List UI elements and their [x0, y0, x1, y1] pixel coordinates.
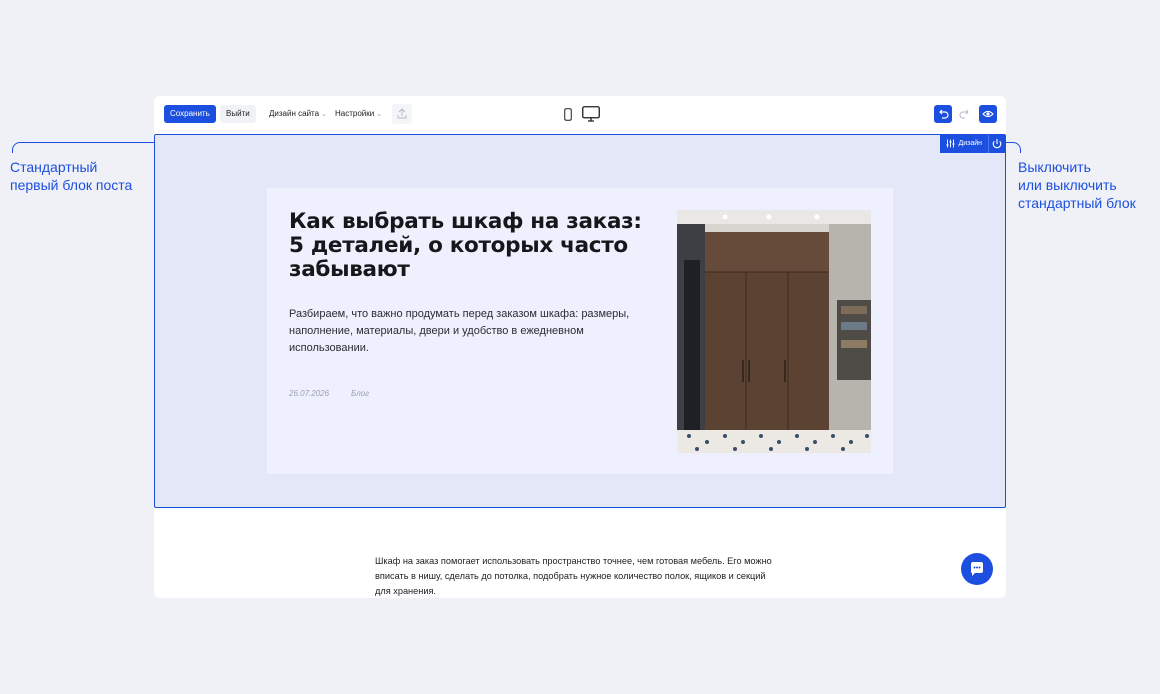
right-callout-line-2: или выключить — [1018, 177, 1117, 193]
undo-button[interactable] — [934, 105, 952, 123]
right-callout-line-3: стандартный блок — [1018, 195, 1136, 211]
export-button[interactable] — [392, 104, 412, 124]
right-callout-bracket — [1006, 142, 1021, 153]
export-icon — [397, 108, 407, 119]
post-title[interactable]: Как выбрать шкаф на заказ: 5 деталей, о … — [289, 210, 659, 282]
mobile-view-button[interactable] — [564, 108, 572, 126]
post-header-card: Как выбрать шкаф на заказ: 5 деталей, о … — [267, 188, 893, 474]
sliders-icon — [946, 139, 955, 148]
eye-icon — [982, 110, 994, 118]
settings-menu[interactable]: Настройки ⌄ — [335, 105, 382, 123]
right-callout: Выключить или выключить стандартный блок — [1018, 158, 1136, 212]
desktop-icon — [582, 106, 600, 122]
site-design-label: Дизайн сайта — [269, 109, 320, 118]
block-toggle-button[interactable] — [988, 135, 1005, 153]
chevron-down-icon: ⌄ — [376, 111, 383, 118]
redo-button[interactable] — [959, 107, 971, 125]
mobile-icon — [564, 108, 572, 121]
left-callout-bracket — [12, 142, 155, 153]
redo-icon — [959, 109, 969, 119]
chat-icon — [971, 562, 983, 576]
post-category: Блог — [351, 389, 370, 398]
standard-first-block[interactable]: Дизайн Как выбрать шкаф на заказ: 5 дета… — [154, 134, 1006, 508]
undo-icon — [939, 109, 949, 119]
left-callout-line-2: первый блок поста — [10, 177, 133, 193]
chevron-down-icon: ⌄ — [321, 111, 327, 118]
right-callout-line-1: Выключить — [1018, 159, 1091, 175]
block-design-label: Дизайн — [958, 140, 982, 147]
editor-toolbar: Сохранить Выйти Дизайн сайта ⌄ Настройки ⌄ — [154, 96, 1006, 134]
desktop-view-button[interactable] — [582, 106, 600, 127]
cover-image[interactable] — [677, 210, 871, 453]
chat-button[interactable] — [961, 553, 993, 585]
settings-label: Настройки — [335, 109, 375, 118]
post-date: 26.07.2026 — [289, 389, 330, 398]
post-body-text[interactable]: Шкаф на заказ помогает использовать прос… — [375, 554, 775, 598]
save-button[interactable]: Сохранить — [164, 105, 216, 123]
left-callout: Стандартный первый блок поста — [10, 158, 132, 194]
preview-button[interactable] — [979, 105, 997, 123]
post-lead[interactable]: Разбираем, что важно продумать перед зак… — [289, 306, 634, 357]
power-icon — [992, 139, 1002, 149]
site-design-menu[interactable]: Дизайн сайта ⌄ — [269, 105, 327, 123]
editor-frame: Сохранить Выйти Дизайн сайта ⌄ Настройки ⌄ — [154, 96, 1006, 598]
exit-button[interactable]: Выйти — [220, 105, 256, 123]
block-design-button[interactable]: Дизайн — [940, 135, 988, 153]
left-callout-line-1: Стандартный — [10, 159, 98, 175]
